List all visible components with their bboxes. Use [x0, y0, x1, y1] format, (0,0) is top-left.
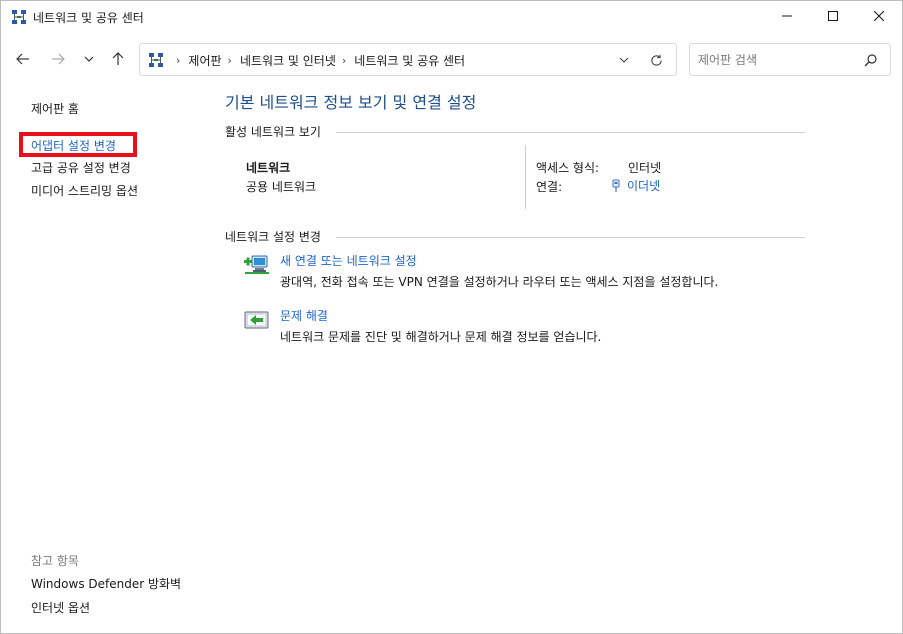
address-dropdown-button[interactable]	[616, 52, 632, 68]
minimize-button[interactable]	[764, 1, 810, 31]
network-name: 네트워크	[246, 161, 291, 175]
ethernet-icon	[612, 179, 620, 192]
window-title: 네트워크 및 공유 센터	[33, 11, 144, 25]
chevron-down-icon	[84, 56, 94, 62]
troubleshoot-description: 네트워크 문제를 진단 및 해결하거나 문제 해결 정보를 얻습니다.	[280, 330, 602, 344]
vertical-divider	[525, 145, 526, 209]
network-type: 공용 네트워크	[246, 180, 317, 194]
maximize-icon	[828, 11, 838, 21]
new-connection-description: 광대역, 전화 접속 또는 VPN 연결을 설정하거나 라우터 또는 액세스 지…	[280, 275, 719, 289]
active-networks-heading: 활성 네트워크 보기	[225, 125, 321, 139]
internet-options-link[interactable]: 인터넷 옵션	[31, 599, 90, 616]
maximize-button[interactable]	[810, 1, 856, 31]
access-type-value: 인터넷	[628, 161, 662, 175]
control-panel-icon	[148, 52, 164, 68]
breadcrumb-network-sharing-center[interactable]: 네트워크 및 공유 센터	[354, 52, 465, 69]
network-app-icon	[11, 9, 27, 25]
close-button[interactable]	[856, 1, 902, 31]
breadcrumb-network-internet[interactable]: 네트워크 및 인터넷	[240, 52, 336, 69]
search-input[interactable]	[698, 50, 858, 70]
address-bar[interactable]: › 제어판 › 네트워크 및 인터넷 › 네트워크 및 공유 센터	[139, 43, 677, 76]
connections-label: 연결:	[536, 180, 563, 194]
title-bar: 네트워크 및 공유 센터	[1, 1, 902, 33]
page-title: 기본 네트워크 정보 보기 및 연결 설정	[225, 93, 477, 112]
ethernet-connection-link[interactable]: 이더넷	[611, 177, 660, 194]
refresh-button[interactable]	[648, 52, 664, 68]
change-network-settings-heading: 네트워크 설정 변경	[225, 230, 321, 244]
back-button[interactable]	[12, 48, 34, 70]
troubleshoot-icon	[244, 308, 270, 332]
left-nav-pane: 제어판 홈 어댑터 설정 변경 고급 공유 설정 변경 미디어 스트리밍 옵션 …	[1, 85, 216, 633]
section-divider	[336, 237, 805, 238]
recent-locations-button[interactable]	[78, 48, 100, 70]
forward-button[interactable]	[47, 48, 69, 70]
change-adapter-settings-link[interactable]: 어댑터 설정 변경	[31, 137, 116, 154]
refresh-icon	[650, 54, 662, 66]
arrow-up-icon	[112, 52, 124, 65]
chevron-right-icon[interactable]: ›	[176, 54, 180, 67]
search-box[interactable]	[689, 43, 891, 76]
arrow-right-icon	[52, 53, 65, 65]
see-also-heading: 참고 항목	[31, 554, 79, 568]
ethernet-label[interactable]: 이더넷	[627, 177, 660, 194]
chevron-right-icon[interactable]: ›	[342, 54, 346, 67]
search-icon[interactable]	[864, 53, 878, 67]
arrow-left-icon	[16, 53, 29, 65]
network-setup-icon	[244, 253, 270, 277]
chevron-down-icon	[619, 57, 629, 63]
close-icon	[874, 11, 884, 21]
control-panel-home-link[interactable]: 제어판 홈	[31, 100, 79, 117]
advanced-sharing-settings-link[interactable]: 고급 공유 설정 변경	[31, 159, 131, 176]
minimize-icon	[782, 15, 792, 17]
section-divider	[336, 132, 805, 133]
new-connection-link[interactable]: 새 연결 또는 네트워크 설정	[280, 252, 417, 269]
windows-defender-firewall-link[interactable]: Windows Defender 방화벽	[31, 575, 181, 592]
main-content: 기본 네트워크 정보 보기 및 연결 설정 활성 네트워크 보기 네트워크 공용…	[216, 85, 902, 633]
troubleshoot-link[interactable]: 문제 해결	[280, 307, 328, 324]
breadcrumb: › 제어판 › 네트워크 및 인터넷 › 네트워크 및 공유 센터	[170, 52, 465, 69]
access-type-label: 액세스 형식:	[536, 161, 600, 175]
breadcrumb-control-panel[interactable]: 제어판	[188, 52, 221, 69]
chevron-right-icon[interactable]: ›	[228, 54, 232, 67]
up-button[interactable]	[107, 48, 129, 70]
network-sharing-center-window: 네트워크 및 공유 센터 › 제어판 › 네트워크 및 인터넷 › 네트워크 및…	[0, 0, 903, 634]
media-streaming-options-link[interactable]: 미디어 스트리밍 옵션	[31, 182, 138, 199]
navigation-bar: › 제어판 › 네트워크 및 인터넷 › 네트워크 및 공유 센터	[1, 33, 902, 85]
